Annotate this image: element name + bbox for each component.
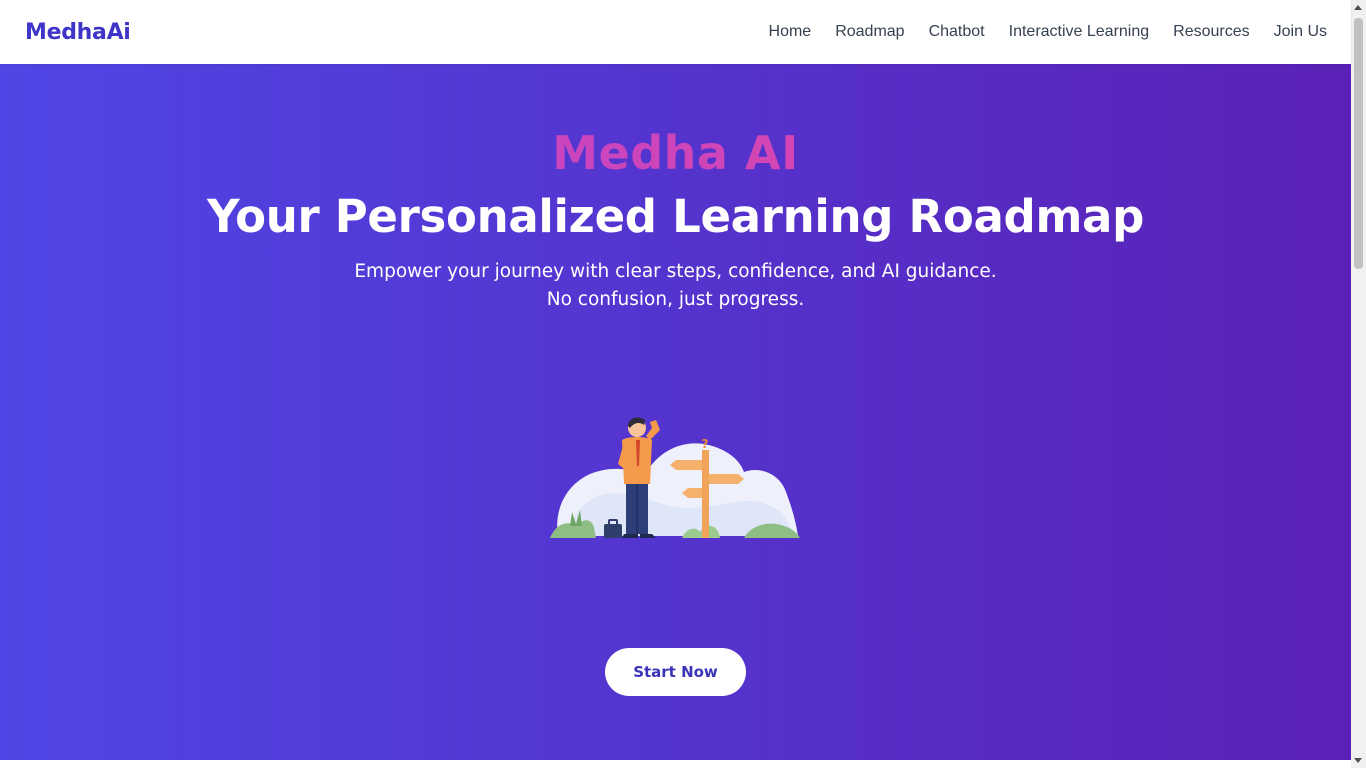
- nav-link-resources[interactable]: Resources: [1173, 23, 1249, 41]
- start-now-button[interactable]: Start Now: [605, 648, 746, 696]
- scroll-down-icon[interactable]: [1354, 758, 1362, 763]
- navbar: MedhaAi Home Roadmap Chatbot Interactive…: [0, 0, 1351, 64]
- scrollbar-thumb[interactable]: [1354, 18, 1363, 269]
- brand-logo[interactable]: MedhaAi: [25, 20, 131, 45]
- nav-link-interactive-learning[interactable]: Interactive Learning: [1009, 23, 1150, 41]
- scroll-up-icon[interactable]: [1354, 5, 1362, 10]
- person-arm-right: [646, 420, 660, 440]
- sign-arrow-right: [709, 474, 744, 484]
- question-mark: ?: [702, 437, 709, 451]
- nav-link-roadmap[interactable]: Roadmap: [835, 23, 904, 41]
- briefcase: [604, 524, 622, 538]
- nav-link-home[interactable]: Home: [769, 23, 812, 41]
- nav-link-join-us[interactable]: Join Us: [1274, 23, 1327, 41]
- signpost-pole: [702, 450, 709, 538]
- sign-arrow-left-top: [670, 460, 702, 470]
- hero-brand-title: Medha AI: [0, 126, 1351, 180]
- hero-subtitle: Empower your journey with clear steps, c…: [354, 261, 997, 310]
- nav-links: Home Roadmap Chatbot Interactive Learnin…: [769, 23, 1327, 41]
- next-section-edge: [0, 760, 1351, 768]
- nav-link-chatbot[interactable]: Chatbot: [929, 23, 985, 41]
- person-at-signpost-illustration: ?: [550, 417, 800, 538]
- hero-title: Your Personalized Learning Roadmap: [206, 190, 1145, 243]
- hero-section: Medha AI Your Personalized Learning Road…: [0, 64, 1351, 760]
- vertical-scrollbar[interactable]: [1351, 0, 1366, 768]
